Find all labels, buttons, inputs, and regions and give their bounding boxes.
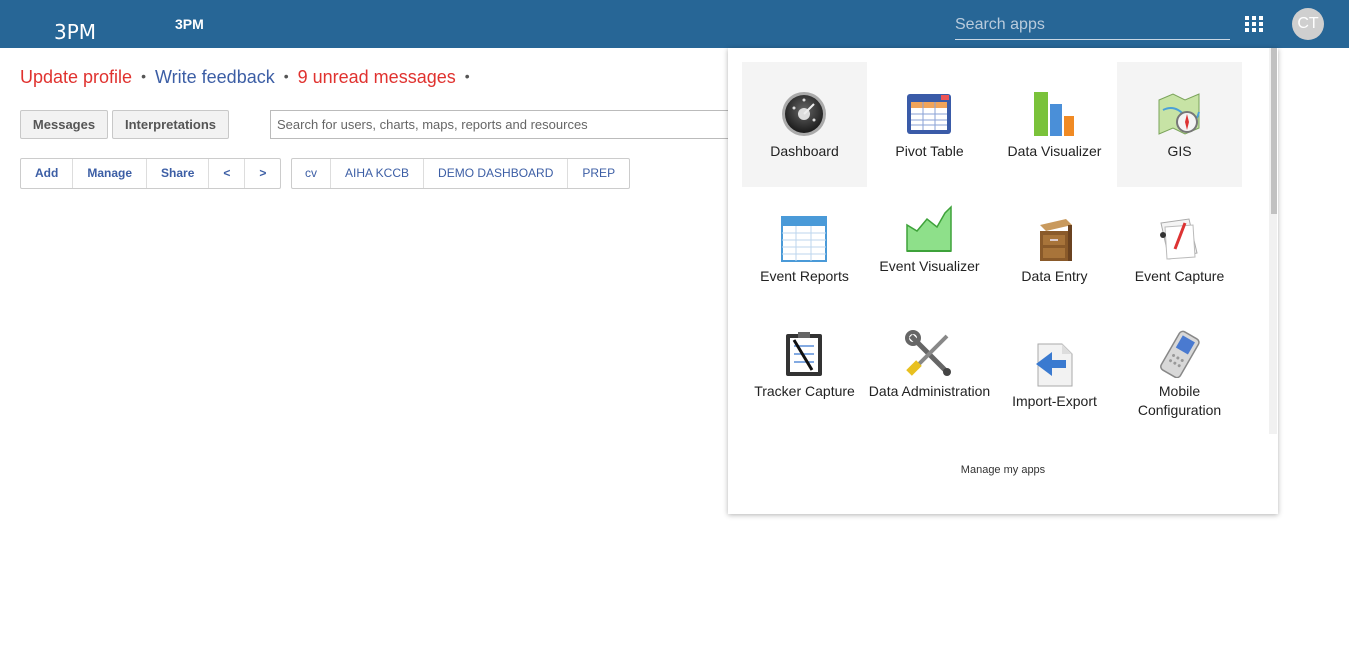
import-export-icon [1036,343,1073,387]
dashboard-tab-aiha-kccb[interactable]: AIHA KCCB [331,159,425,188]
separator-bullet: • [141,68,146,84]
app-label: Data Administration [868,383,991,399]
update-profile-link[interactable]: Update profile [20,67,132,87]
data-visualizer-icon [1034,92,1074,136]
app-label: Mobile Configuration [1137,383,1222,418]
dashboard-tab-prep[interactable]: PREP [568,159,629,188]
app-tile-event-reports[interactable]: Event Reports [742,187,867,312]
tracker-capture-icon [786,332,822,376]
dashboard-icon [782,92,826,136]
dashboard-actions-toolbar: Add Manage Share < > [20,158,282,189]
brand-logo[interactable]: 3PM [54,20,96,44]
app-label: Tracker Capture [754,383,855,399]
top-header-bar: 3PM 3PM CT [0,0,1349,48]
app-label: Event Visualizer [879,258,980,274]
app-label: Event Capture [1134,268,1225,284]
apps-menu-dropdown: Dashboard Pivot Table Data Visualizer GI… [728,48,1278,514]
messages-button[interactable]: Messages [20,110,108,139]
app-label: Pivot Table [895,143,964,159]
apps-scrollbar-thumb[interactable] [1271,48,1277,214]
user-avatar[interactable]: CT [1292,8,1324,40]
app-tile-import-export[interactable]: Import-Export [992,312,1117,437]
app-label: Data Visualizer [1007,143,1102,159]
dashboard-list-toolbar: cv AIHA KCCB DEMO DASHBOARD PREP [291,158,631,189]
event-reports-icon [781,216,827,262]
dashboard-tab-demo-dashboard[interactable]: DEMO DASHBOARD [424,159,569,188]
add-dashboard-button[interactable]: Add [21,159,74,188]
separator-bullet: • [464,68,470,84]
app-tile-mobile-configuration[interactable]: Mobile Configuration [1117,312,1242,437]
app-label: Data Entry [1021,268,1088,284]
app-tile-dashboard[interactable]: Dashboard [742,62,867,187]
data-entry-icon [1040,219,1072,261]
app-label: Event Reports [760,268,849,284]
pivot-table-icon [907,94,951,134]
interpretations-button[interactable]: Interpretations [112,110,229,139]
app-tile-event-capture[interactable]: Event Capture [1117,187,1242,312]
app-tile-pivot-table[interactable]: Pivot Table [867,62,992,187]
app-label: Dashboard [770,143,839,159]
gis-map-icon [1158,93,1200,135]
resource-search-input[interactable] [270,110,740,139]
profile-messages-line: Update profile • Write feedback • 9 unread m… [20,67,479,88]
app-tile-data-administration[interactable]: Data Administration [867,312,992,437]
write-feedback-link[interactable]: Write feedback [155,67,275,87]
app-title: 3PM [175,16,204,32]
data-administration-icon [905,330,951,376]
app-label: GIS [1167,143,1192,159]
search-apps-input[interactable] [955,12,1230,40]
app-tile-event-visualizer[interactable]: Event Visualizer [867,187,992,312]
event-visualizer-icon [906,205,952,252]
unread-messages-link[interactable]: 9 unread messages [298,67,456,87]
mobile-configuration-icon [1160,330,1200,378]
apps-grid-icon[interactable] [1245,16,1263,32]
manage-dashboard-button[interactable]: Manage [73,159,148,188]
previous-dashboard-button[interactable]: < [209,159,246,188]
event-capture-icon [1160,218,1198,260]
next-dashboard-button[interactable]: > [245,159,280,188]
app-tile-tracker-capture[interactable]: Tracker Capture [742,312,867,437]
app-label: Import-Export [1012,393,1097,409]
dashboard-tab-cv[interactable]: cv [292,159,331,188]
app-tile-data-entry[interactable]: Data Entry [992,187,1117,312]
app-tile-data-visualizer[interactable]: Data Visualizer [992,62,1117,187]
app-tile-gis[interactable]: GIS [1117,62,1242,187]
share-dashboard-button[interactable]: Share [147,159,210,188]
manage-my-apps-link[interactable]: Manage my apps [728,464,1278,476]
separator-bullet: • [283,68,289,84]
